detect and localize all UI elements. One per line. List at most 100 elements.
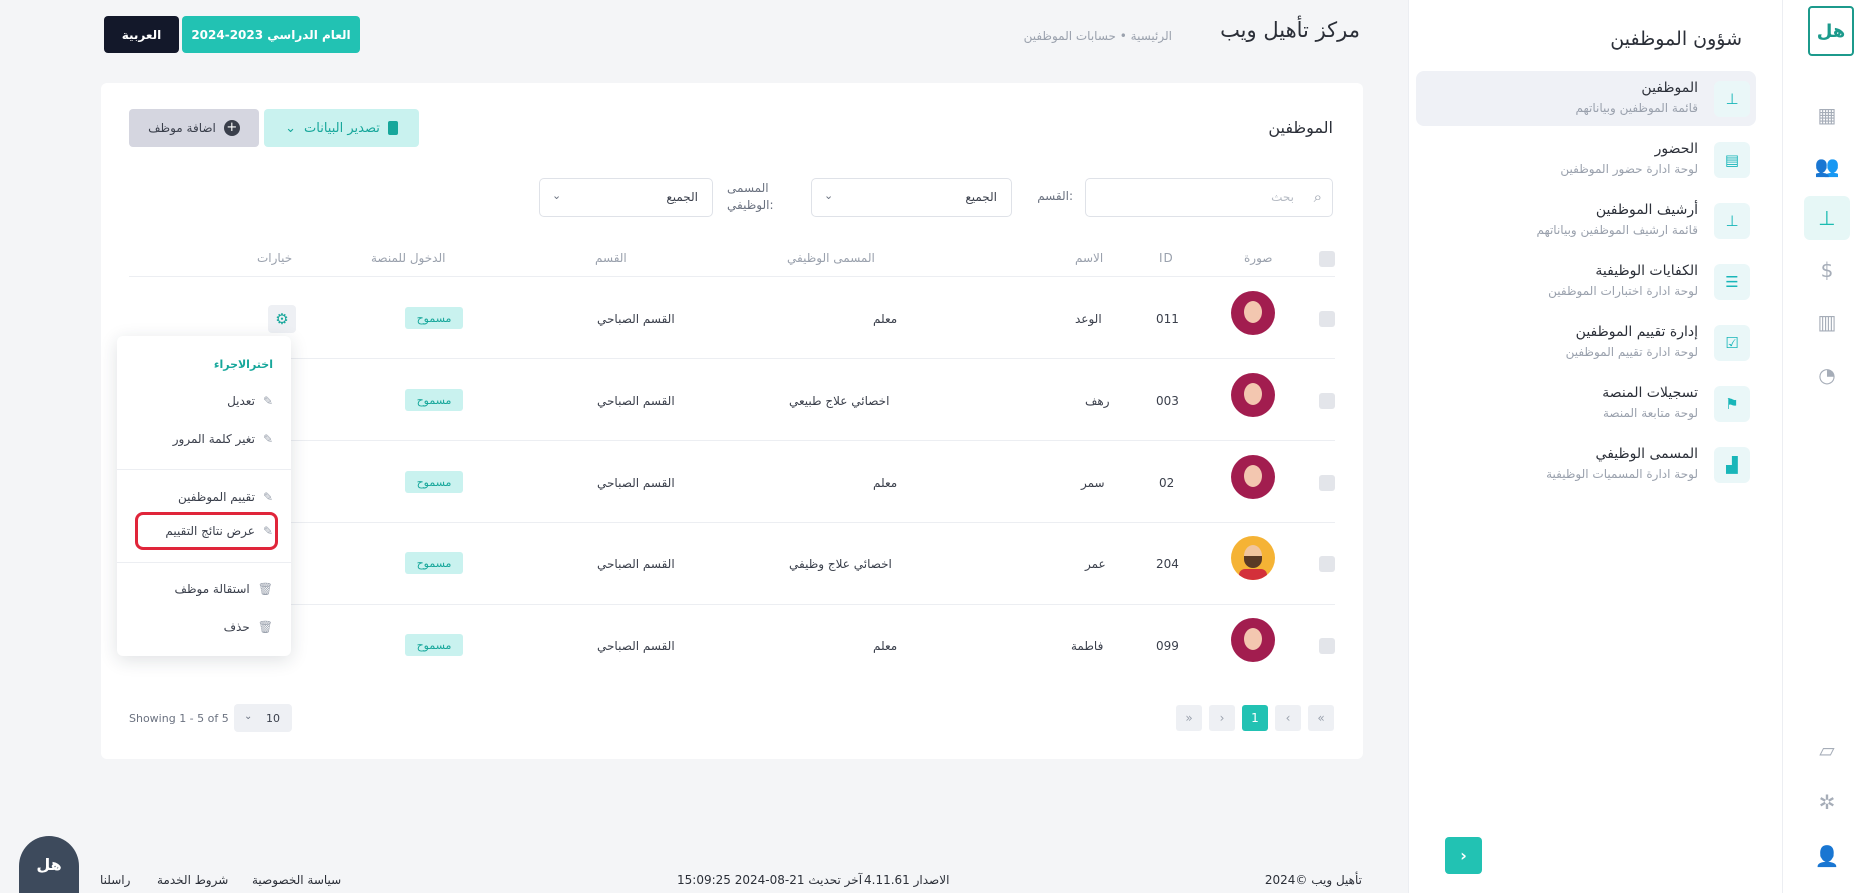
menu-item-evaluate[interactable]: تقييم الموظفين ✎: [178, 490, 273, 504]
pie-icon[interactable]: ◔: [1804, 353, 1850, 397]
plus-icon: +: [223, 120, 240, 136]
chat-icon[interactable]: ▱: [1804, 728, 1850, 772]
select-all-checkbox[interactable]: [1319, 251, 1335, 267]
academic-year-button[interactable]: العام الدراسي 2023-2024: [182, 16, 360, 53]
row-checkbox[interactable]: [1319, 475, 1335, 491]
card-title: الموظفين: [1268, 118, 1333, 137]
pagination-last[interactable]: »: [1176, 705, 1202, 731]
row-id: 011: [1156, 312, 1179, 326]
menu-title: اخترالاجراء: [213, 358, 273, 371]
menu-item-delete[interactable]: حذف 🗑: [224, 620, 273, 634]
sidebar-toggle-button[interactable]: ›: [1445, 837, 1482, 874]
chevron-right-icon: ›: [1460, 846, 1467, 865]
divider: [129, 604, 1335, 605]
pencil-icon: ✎: [262, 490, 273, 504]
language-button[interactable]: العربية: [104, 16, 179, 53]
row-checkbox[interactable]: [1319, 556, 1335, 572]
sidebar-item-archive[interactable]: ⊥ أرشيف الموظفين قائمة ارشيف الموظفين وب…: [1416, 193, 1756, 248]
chevron-down-icon: ⌄: [552, 189, 562, 202]
search-input[interactable]: ⌕ بحث: [1085, 178, 1333, 217]
status-badge: مسموح: [405, 552, 463, 574]
logo[interactable]: هل: [1808, 6, 1854, 56]
footer-terms-link[interactable]: شروط الخدمة: [157, 873, 228, 887]
footer-copyright: 2024© تأهيل ويب: [1264, 873, 1362, 887]
building-icon[interactable]: ▥: [1804, 300, 1850, 344]
gear-icon: ⚙: [275, 310, 289, 328]
row-options-button[interactable]: ⚙: [268, 305, 296, 333]
divider: [129, 358, 1335, 359]
help-chat-button[interactable]: هل: [19, 836, 79, 893]
dashboard-icon[interactable]: ▦: [1804, 93, 1850, 137]
row-name: الوعد: [1075, 312, 1102, 326]
add-employee-button[interactable]: اضافة موظف +: [129, 109, 259, 147]
flag-icon: ⚑: [1714, 386, 1750, 422]
menu-item-view-results[interactable]: عرض نتائج التقييم ✎: [165, 524, 273, 538]
settings-icon[interactable]: ✲: [1804, 780, 1850, 824]
pagination-page[interactable]: 1: [1242, 705, 1268, 731]
column-header-name: الاسم: [1075, 251, 1104, 265]
sidebar-item-competencies[interactable]: ☰ الكفايات الوظيفية لوحة ادارة اختبارات …: [1416, 254, 1756, 309]
tie-icon: ⊥: [1714, 203, 1750, 239]
tie-icon: ⊥: [1714, 81, 1750, 117]
dept-label: القسم:: [1037, 189, 1073, 203]
row-name: عمر: [1085, 557, 1106, 571]
status-badge: مسموح: [405, 389, 463, 411]
trash-icon: 🗑: [257, 582, 273, 596]
row-dept: القسم الصباحي: [597, 557, 675, 571]
avatar: [1231, 618, 1275, 662]
divider: [129, 276, 1335, 277]
page-title: مركز تأهيل ويب: [1220, 18, 1360, 42]
list-icon: ☰: [1714, 264, 1750, 300]
per-page-select[interactable]: 10 ⌄: [234, 704, 292, 732]
menu-item-edit[interactable]: تعديل ✎: [227, 394, 273, 408]
sidebar-item-job-titles[interactable]: ▟ المسمى الوظيفي لوحة ادارة المسميات الو…: [1416, 437, 1756, 492]
row-job: معلم: [873, 476, 898, 490]
chevron-down-icon: ⌄: [824, 189, 834, 202]
row-job: اخصائي علاج طبيعي: [789, 394, 890, 408]
export-data-button[interactable]: ⌄ تصدير البيانات: [264, 109, 419, 147]
clipboard-check-icon: ☑: [1714, 325, 1750, 361]
divider: [129, 522, 1335, 523]
divider: [117, 469, 291, 470]
users-icon[interactable]: 👥: [1804, 144, 1850, 188]
row-checkbox[interactable]: [1319, 638, 1335, 654]
chevron-down-icon: ⌄: [285, 120, 297, 136]
row-name: فاطمة: [1071, 639, 1104, 653]
search-icon: ⌕: [1313, 188, 1322, 206]
sidebar-item-employees[interactable]: ⊥ الموظفين قائمة الموظفين وبياناتهم: [1416, 71, 1756, 126]
pagination-first[interactable]: «: [1308, 705, 1334, 731]
footer-version: الاصدار 4.11.61: [864, 873, 950, 887]
menu-item-change-password[interactable]: تغير كلمة المرور ✎: [173, 432, 273, 446]
dept-select[interactable]: الجميع ⌄: [811, 178, 1012, 217]
actions-menu: اخترالاجراء تعديل ✎ تغير كلمة المرور ✎ تقي…: [117, 336, 291, 656]
user-icon[interactable]: 👤: [1804, 834, 1850, 878]
pencil-icon: ✎: [262, 432, 273, 446]
row-dept: القسم الصباحي: [597, 639, 675, 653]
row-dept: القسم الصباحي: [597, 312, 675, 326]
row-job: معلم: [873, 639, 898, 653]
column-header-access: الدخول للمنصة: [371, 251, 446, 265]
pagination-prev[interactable]: ‹: [1275, 705, 1301, 731]
row-checkbox[interactable]: [1319, 393, 1335, 409]
sidebar-item-attendance[interactable]: ▤ الحضور لوحة ادارة حضور الموظفين: [1416, 132, 1756, 187]
row-name: رهف: [1085, 394, 1110, 408]
sidebar-item-evaluation[interactable]: ☑ إدارة تقييم الموظفين لوحة ادارة تقييم …: [1416, 315, 1756, 370]
column-header-dept: القسم: [595, 251, 627, 265]
footer-contact-link[interactable]: راسلنا: [100, 873, 130, 887]
status-badge: مسموح: [405, 634, 463, 656]
row-id: 02: [1159, 476, 1175, 490]
jobtitle-select[interactable]: الجميع ⌄: [539, 178, 713, 217]
chevron-down-icon: ⌄: [244, 711, 253, 722]
icon-rail: هل ▦ 👥 ⊥ $ ▥ ◔ ▱ ✲ 👤: [1782, 0, 1872, 893]
pagination-next[interactable]: ›: [1209, 705, 1235, 731]
pencil-icon: ✎: [262, 394, 273, 408]
row-checkbox[interactable]: [1319, 311, 1335, 327]
tie-icon[interactable]: ⊥: [1804, 196, 1850, 240]
menu-item-resign[interactable]: استقالة موظف 🗑: [175, 582, 273, 596]
divider: [117, 562, 291, 563]
footer-privacy-link[interactable]: سياسة الخصوصية: [252, 873, 341, 887]
dollar-icon[interactable]: $: [1804, 248, 1850, 292]
status-badge: مسموح: [405, 307, 463, 329]
breadcrumb[interactable]: الرئيسية • حسابات الموظفين: [1024, 29, 1172, 43]
sidebar-item-logs[interactable]: ⚑ تسجيلات المنصة لوحة متابعة المنصة: [1416, 376, 1756, 431]
